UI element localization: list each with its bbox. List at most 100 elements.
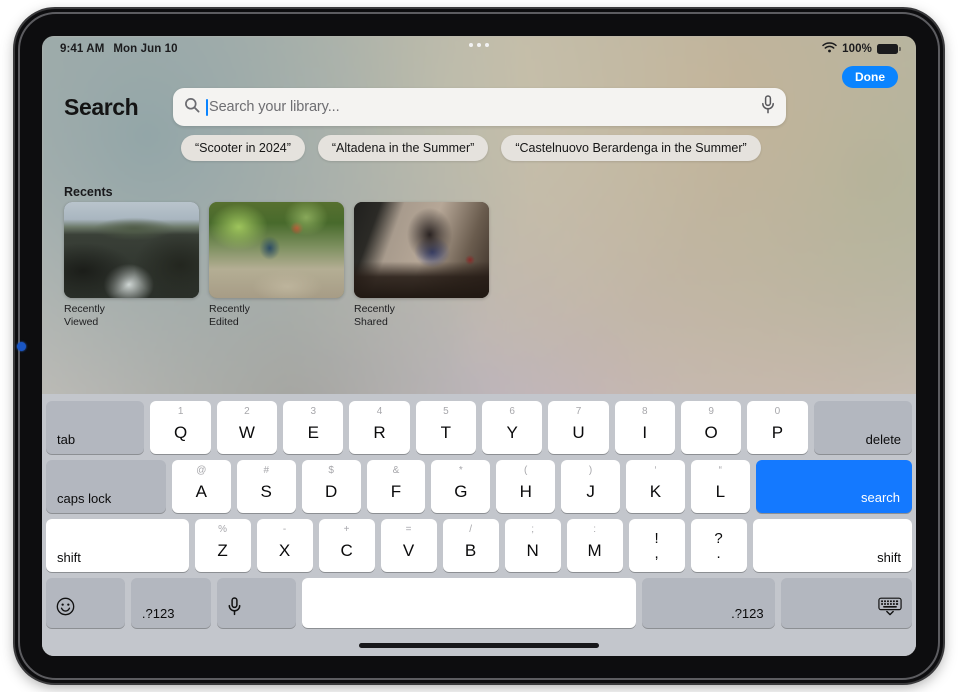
key-n-label: N xyxy=(526,541,539,560)
text-cursor xyxy=(206,98,208,116)
key-space[interactable] xyxy=(301,578,637,628)
key-s-label: S xyxy=(260,482,272,501)
key-l[interactable]: “ L xyxy=(690,460,750,513)
recently-viewed-thumbnail[interactable] xyxy=(64,202,199,298)
key-v-alt: = xyxy=(405,524,412,535)
key-q[interactable]: 1 Q xyxy=(150,401,211,454)
key-dictation[interactable] xyxy=(216,578,296,628)
handle-dot xyxy=(469,43,473,47)
key-j-alt: ) xyxy=(588,465,593,476)
screenshot-root: 9:41 AM Mon Jun 10 100% Done Search Sear… xyxy=(0,0,958,692)
key-x-alt: - xyxy=(282,524,287,535)
key-m[interactable]: : M xyxy=(566,519,623,572)
multitasking-handle[interactable] xyxy=(469,43,489,47)
suggestion-chip[interactable]: “Scooter in 2024” xyxy=(181,135,305,161)
key-k[interactable]: ‘ K xyxy=(626,460,685,513)
key-exclamation-comma[interactable]: ! , xyxy=(628,519,685,572)
key-o[interactable]: 9 O xyxy=(680,401,742,454)
key-n-alt: ; xyxy=(531,524,534,535)
key-exclamation-label: ! xyxy=(654,530,659,547)
suggestion-chip[interactable]: “Altadena in the Summer” xyxy=(317,135,489,161)
wifi-icon xyxy=(822,42,837,56)
recently-edited-label: Recently Edited xyxy=(209,303,250,328)
key-f-alt: & xyxy=(392,465,400,476)
key-o-label: O xyxy=(704,423,718,442)
key-z-label: Z xyxy=(217,541,228,560)
recently-shared-thumbnail[interactable] xyxy=(354,202,489,298)
key-search-return[interactable]: search xyxy=(755,460,913,513)
key-l-alt: “ xyxy=(718,465,723,476)
key-numbers-left[interactable]: .?123 xyxy=(130,578,211,628)
key-j[interactable]: ) J xyxy=(561,460,621,513)
key-j-label: J xyxy=(586,482,595,501)
key-x[interactable]: - X xyxy=(256,519,313,572)
key-caps-lock[interactable]: caps lock xyxy=(46,460,166,513)
key-u[interactable]: 7 U xyxy=(548,401,609,454)
home-indicator[interactable] xyxy=(359,643,599,648)
key-a[interactable]: @ A xyxy=(171,460,231,513)
key-w[interactable]: 2 W xyxy=(216,401,278,454)
recently-viewed-item[interactable]: Recently Viewed xyxy=(64,202,199,328)
key-dismiss-keyboard[interactable] xyxy=(780,578,913,628)
recently-shared-item[interactable]: Recently Shared xyxy=(354,202,489,328)
keyboard-row-1: tab 1 Q 2 W 3 E 4 R 5 T 6 Y 7 U 8 I 9 O … xyxy=(46,401,913,454)
key-e-alt: 3 xyxy=(310,406,317,417)
microphone-icon[interactable] xyxy=(761,95,775,119)
key-period-label: . xyxy=(716,545,721,562)
dismiss-keyboard-icon xyxy=(878,597,902,621)
key-b[interactable]: / B xyxy=(442,519,499,572)
recents-section-title: Recents xyxy=(64,185,113,199)
key-x-label: X xyxy=(278,541,291,560)
key-h[interactable]: ( H xyxy=(496,460,556,513)
key-g[interactable]: * G xyxy=(431,460,491,513)
key-a-alt: @ xyxy=(196,465,207,476)
key-t-label: T xyxy=(440,423,452,442)
key-e[interactable]: 3 E xyxy=(283,401,344,454)
search-input[interactable]: Search your library... xyxy=(209,99,761,115)
key-n[interactable]: ; N xyxy=(504,519,561,572)
key-a-label: A xyxy=(195,482,208,501)
status-time: 9:41 AM xyxy=(60,43,105,55)
key-p-label: P xyxy=(771,423,784,442)
key-c[interactable]: + C xyxy=(318,519,375,572)
key-v[interactable]: = V xyxy=(380,519,437,572)
bezel-indicator-light xyxy=(17,342,26,351)
key-h-label: H xyxy=(519,482,532,501)
key-shift-left[interactable]: shift xyxy=(46,519,189,572)
done-button[interactable]: Done xyxy=(842,66,898,88)
key-shift-right[interactable]: shift xyxy=(752,519,912,572)
status-bar-right: 100% xyxy=(822,42,901,56)
chess-player-photo xyxy=(354,202,489,298)
key-emoji[interactable] xyxy=(46,578,125,628)
emoji-smiley-icon xyxy=(56,597,75,621)
key-r[interactable]: 4 R xyxy=(349,401,410,454)
key-p[interactable]: 0 P xyxy=(747,401,808,454)
key-l-label: L xyxy=(715,482,726,501)
key-k-alt: ‘ xyxy=(654,465,657,476)
key-i[interactable]: 8 I xyxy=(614,401,675,454)
recently-shared-label: Recently Shared xyxy=(354,303,395,328)
recently-edited-thumbnail[interactable] xyxy=(209,202,344,298)
key-i-alt: 8 xyxy=(642,406,648,417)
key-z[interactable]: % Z xyxy=(194,519,251,572)
key-v-label: V xyxy=(402,541,415,560)
key-d[interactable]: $ D xyxy=(301,460,361,513)
key-u-label: U xyxy=(572,423,585,442)
search-suggestions: “Scooter in 2024” “Altadena in the Summe… xyxy=(181,135,761,161)
key-f[interactable]: & F xyxy=(366,460,426,513)
key-t[interactable]: 5 T xyxy=(415,401,477,454)
key-k-label: K xyxy=(649,482,662,501)
key-numbers-right[interactable]: .?123 xyxy=(642,578,775,628)
search-field[interactable]: Search your library... xyxy=(173,88,786,126)
key-question-period[interactable]: ? . xyxy=(690,519,747,572)
suggestion-chip[interactable]: “Castelnuovo Berardenga in the Summer” xyxy=(501,135,761,161)
key-y[interactable]: 6 Y xyxy=(482,401,543,454)
recently-edited-item[interactable]: Recently Edited xyxy=(209,202,344,328)
key-tab[interactable]: tab xyxy=(46,401,145,454)
key-u-alt: 7 xyxy=(575,406,582,417)
coastal-cliffs-photo xyxy=(64,202,199,298)
key-delete[interactable]: delete xyxy=(813,401,913,454)
recently-viewed-label: Recently Viewed xyxy=(64,303,105,328)
key-s[interactable]: # S xyxy=(236,460,296,513)
key-i-label: I xyxy=(642,423,648,442)
